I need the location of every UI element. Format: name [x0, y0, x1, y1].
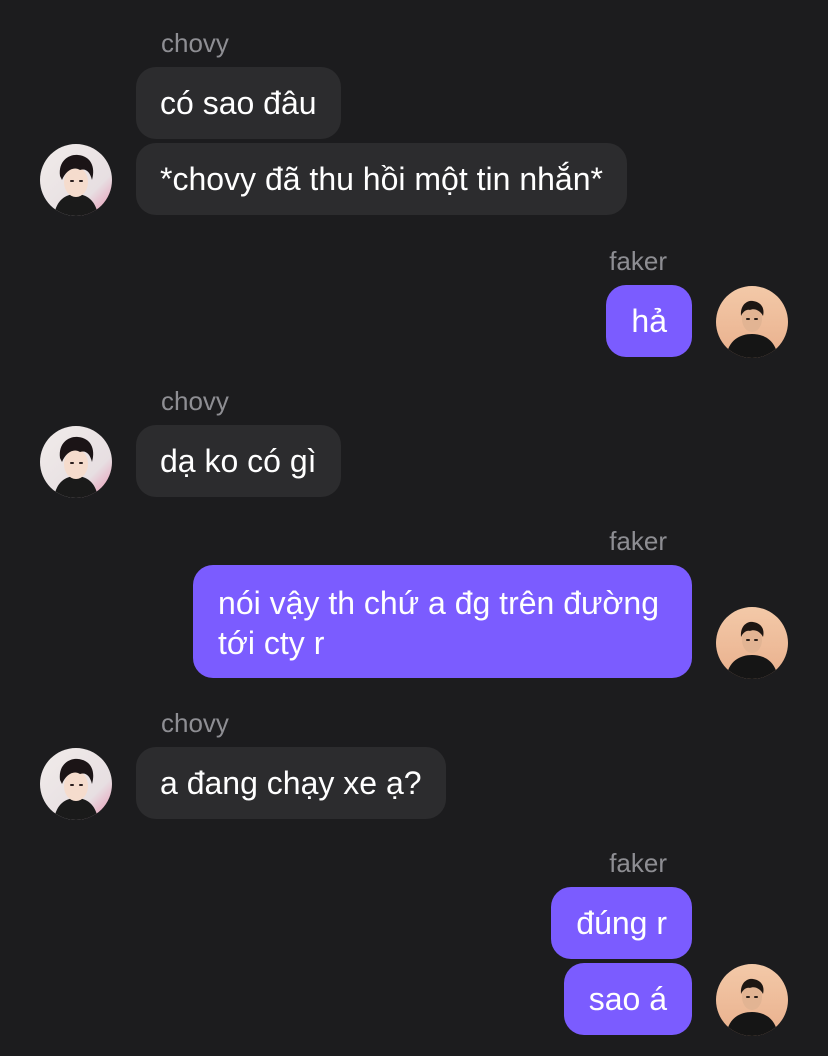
- message-text: đúng r: [576, 905, 667, 941]
- avatar-chovy-icon[interactable]: [40, 426, 112, 498]
- message-bubble-incoming[interactable]: có sao đâu: [136, 67, 341, 139]
- message-text: a đang chạy xe ạ?: [160, 765, 422, 801]
- avatar-faker-icon[interactable]: [716, 964, 788, 1036]
- message-text: hả: [631, 303, 667, 339]
- message-bubble-incoming[interactable]: dạ ko có gì: [136, 425, 341, 497]
- sender-name-faker: faker: [609, 848, 667, 878]
- avatar-chovy-icon[interactable]: [40, 144, 112, 216]
- message-text: có sao đâu: [160, 85, 317, 121]
- message-text-line: nói vậy th chứ a đg trên đường: [218, 585, 659, 621]
- message-bubble-incoming[interactable]: a đang chạy xe ạ?: [136, 747, 446, 819]
- message-bubble-incoming[interactable]: *chovy đã thu hồi một tin nhắn*: [136, 143, 627, 215]
- message-bubble-outgoing[interactable]: sao á: [563, 963, 692, 1035]
- sender-name-faker: faker: [609, 526, 667, 556]
- sender-name-chovy: chovy: [161, 708, 229, 738]
- avatar-faker-icon[interactable]: [716, 607, 788, 679]
- sender-name-faker: faker: [609, 246, 667, 276]
- avatar-chovy-icon[interactable]: [40, 748, 112, 820]
- sender-name-chovy: chovy: [161, 28, 229, 58]
- sender-name-chovy: chovy: [161, 386, 229, 416]
- message-text: *chovy đã thu hồi một tin nhắn*: [160, 161, 603, 197]
- avatar-faker-icon[interactable]: [716, 286, 788, 358]
- message-text-line: tới cty r: [218, 625, 325, 661]
- message-bubble-outgoing[interactable]: hả: [606, 285, 692, 357]
- message-text: dạ ko có gì: [160, 443, 317, 479]
- message-bubble-outgoing[interactable]: nói vậy th chứ a đg trên đường tới cty r: [193, 565, 692, 678]
- message-bubble-outgoing[interactable]: đúng r: [551, 887, 692, 959]
- message-text: sao á: [588, 981, 667, 1017]
